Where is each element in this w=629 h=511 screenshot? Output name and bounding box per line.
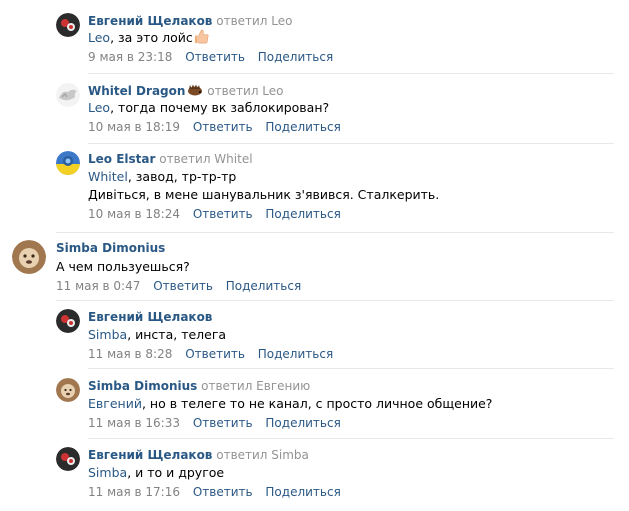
comment-header: Евгений Щелаков ответил Leo: [88, 13, 293, 29]
comment-text-body: , тогда почему вк заблокирован?: [110, 100, 330, 115]
hedgehog-icon: [187, 84, 203, 96]
comment-meta: 9 мая в 23:18 Ответить Поделиться: [88, 49, 333, 65]
divider: [56, 300, 614, 301]
reply-button[interactable]: Ответить: [193, 485, 253, 499]
comment-text: Евгений, но в телеге то не канал, с прос…: [88, 395, 492, 413]
comment-date[interactable]: 11 мая в 16:33: [88, 416, 180, 430]
author-name[interactable]: Simba Dimonius: [56, 241, 165, 255]
comment-text-body: , и то и другое: [127, 465, 225, 480]
comment-date[interactable]: 9 мая в 23:18: [88, 50, 172, 64]
comment-text-body: А чем пользуешься?: [56, 259, 190, 274]
comment-text-body: , за это лойс: [110, 30, 193, 45]
share-button[interactable]: Поделиться: [258, 50, 333, 64]
author-name[interactable]: Евгений Щелаков: [88, 448, 212, 462]
divider: [56, 232, 614, 233]
share-button[interactable]: Поделиться: [265, 120, 340, 134]
mention-link[interactable]: Simba: [88, 327, 127, 342]
author-name[interactable]: Евгений Щелаков: [88, 14, 212, 28]
reply-target[interactable]: ответил Leo: [216, 14, 292, 28]
reply-target[interactable]: ответил Simba: [216, 448, 309, 462]
avatar[interactable]: [56, 309, 80, 333]
comment-meta: 11 мая в 17:16 Ответить Поделиться: [88, 484, 341, 500]
comment-meta: 11 мая в 0:47 Ответить Поделиться: [56, 278, 301, 294]
comment-header: Whitel Dragon ответил Leo: [88, 83, 284, 99]
comment-meta: 11 мая в 8:28 Ответить Поделиться: [88, 346, 333, 362]
comment-text-body: , инста, телега: [127, 327, 227, 342]
comment-date[interactable]: 11 мая в 17:16: [88, 485, 180, 499]
comment-meta: 11 мая в 16:33 Ответить Поделиться: [88, 415, 341, 431]
comment-date[interactable]: 10 мая в 18:24: [88, 207, 180, 221]
comment-header: Leo Elstar ответил Whitel: [88, 151, 253, 167]
divider: [88, 73, 614, 74]
reply-button[interactable]: Ответить: [193, 416, 253, 430]
share-button[interactable]: Поделиться: [258, 347, 333, 361]
comment-header: Евгений Щелаков: [88, 309, 212, 325]
reply-target[interactable]: ответил Евгению: [201, 379, 310, 393]
comment-text: А чем пользуешься?: [56, 258, 190, 276]
comment-meta: 10 мая в 18:19 Ответить Поделиться: [88, 119, 341, 135]
mention-link[interactable]: Whitel: [88, 169, 128, 184]
comment-header: Simba Dimonius: [56, 240, 165, 256]
divider: [88, 368, 614, 369]
comment-date[interactable]: 10 мая в 18:19: [88, 120, 180, 134]
share-button[interactable]: Поделиться: [226, 279, 301, 293]
reply-button[interactable]: Ответить: [153, 279, 213, 293]
comment-text: Whitel, завод, тр-тр-тр: [88, 168, 236, 186]
mention-link[interactable]: Евгений: [88, 396, 142, 411]
thumbs-up-emoji-icon: [194, 29, 209, 44]
mention-link[interactable]: Simba: [88, 465, 127, 480]
comment-date[interactable]: 11 мая в 8:28: [88, 347, 172, 361]
avatar[interactable]: [56, 151, 80, 175]
share-button[interactable]: Поделиться: [265, 207, 340, 221]
divider: [88, 438, 614, 439]
reply-button[interactable]: Ответить: [185, 50, 245, 64]
comment-text-line2: Дивіться, в мене шанувальник з'явився. С…: [88, 187, 440, 202]
mention-link[interactable]: Leo: [88, 30, 110, 45]
comment-text: Leo, за это лойс: [88, 29, 209, 47]
reply-target[interactable]: ответил Leo: [207, 84, 283, 98]
author-name[interactable]: Евгений Щелаков: [88, 310, 212, 324]
avatar[interactable]: [56, 83, 80, 107]
comment-meta: 10 мая в 18:24 Ответить Поделиться: [88, 206, 341, 222]
divider: [88, 143, 614, 144]
comment-text-body: , но в телеге то не канал, с просто личн…: [141, 396, 493, 411]
comment-text: Simba, инста, телега: [88, 326, 226, 344]
comment-text-body: , завод, тр-тр-тр: [127, 169, 237, 184]
reply-button[interactable]: Ответить: [185, 347, 245, 361]
comment-text: Simba, и то и другое: [88, 464, 224, 482]
reply-target[interactable]: ответил Whitel: [159, 152, 252, 166]
author-name[interactable]: Leo Elstar: [88, 152, 155, 166]
author-name[interactable]: Whitel Dragon: [88, 84, 185, 98]
avatar[interactable]: [56, 13, 80, 37]
avatar[interactable]: [56, 447, 80, 471]
comment-header: Simba Dimonius ответил Евгению: [88, 378, 310, 394]
avatar[interactable]: [12, 240, 46, 274]
comment-date[interactable]: 11 мая в 0:47: [56, 279, 140, 293]
author-name[interactable]: Simba Dimonius: [88, 379, 197, 393]
reply-button[interactable]: Ответить: [193, 207, 253, 221]
avatar[interactable]: [56, 378, 80, 402]
comment-text: Leo, тогда почему вк заблокирован?: [88, 99, 329, 117]
comment-header: Евгений Щелаков ответил Simba: [88, 447, 309, 463]
share-button[interactable]: Поделиться: [265, 416, 340, 430]
share-button[interactable]: Поделиться: [265, 485, 340, 499]
mention-link[interactable]: Leo: [88, 100, 110, 115]
reply-button[interactable]: Ответить: [193, 120, 253, 134]
